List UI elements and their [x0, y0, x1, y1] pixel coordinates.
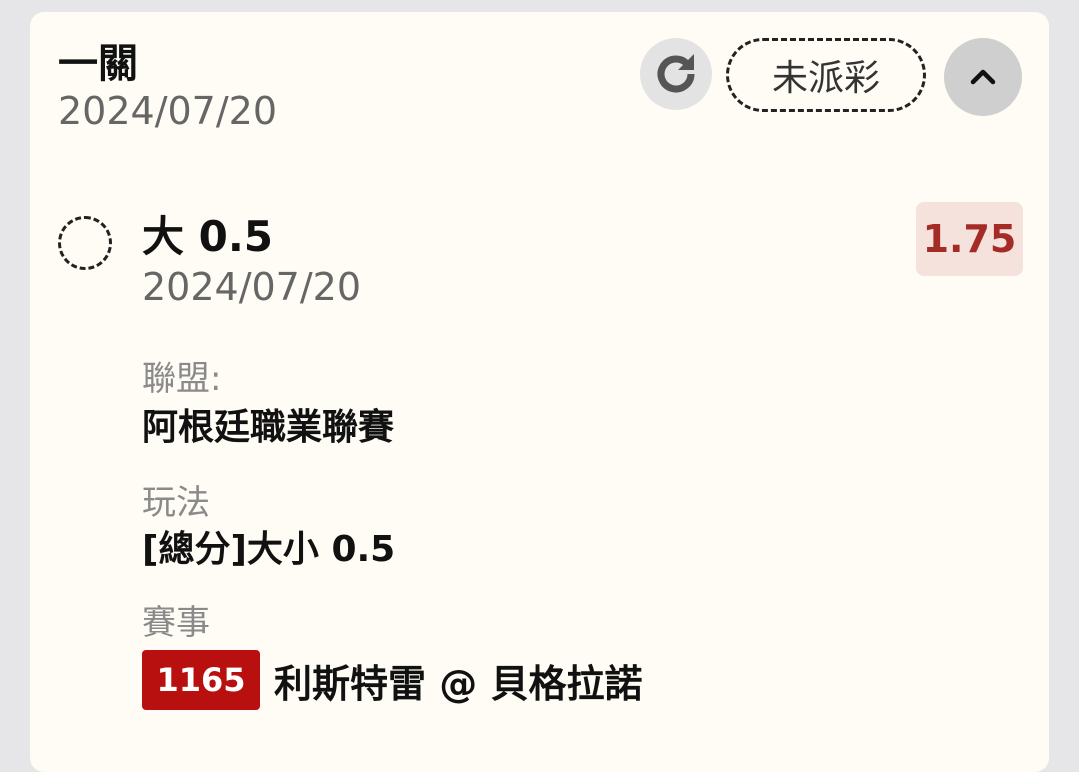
collapse-button[interactable] [944, 38, 1022, 116]
bet-type-title: 一關 [58, 41, 138, 87]
refresh-icon [657, 54, 695, 93]
odds-badge[interactable]: 1.75 [916, 202, 1023, 276]
event-row: 1165 利斯特雷 @ 貝格拉諾 [142, 650, 642, 710]
play-type-label: 玩法 [142, 483, 210, 523]
selection-title: 大 0.5 [142, 212, 274, 261]
selection-date: 2024/07/20 [142, 265, 362, 309]
match-id-badge: 1165 [142, 650, 260, 710]
play-type-value: [總分]大小 0.5 [142, 529, 396, 570]
status-badge: 未派彩 [726, 38, 926, 112]
bet-date: 2024/07/20 [58, 89, 278, 133]
selection-radio[interactable] [58, 216, 112, 270]
match-name: 利斯特雷 @ 貝格拉諾 [274, 661, 643, 706]
chevron-up-icon [970, 69, 996, 85]
refresh-button[interactable] [640, 38, 712, 110]
bet-card: 一關 2024/07/20 未派彩 大 0.5 2024/07/20 1.75 … [30, 12, 1049, 772]
league-value: 阿根廷職業聯賽 [142, 407, 395, 448]
league-label: 聯盟: [142, 359, 222, 399]
event-label: 賽事 [142, 603, 210, 643]
